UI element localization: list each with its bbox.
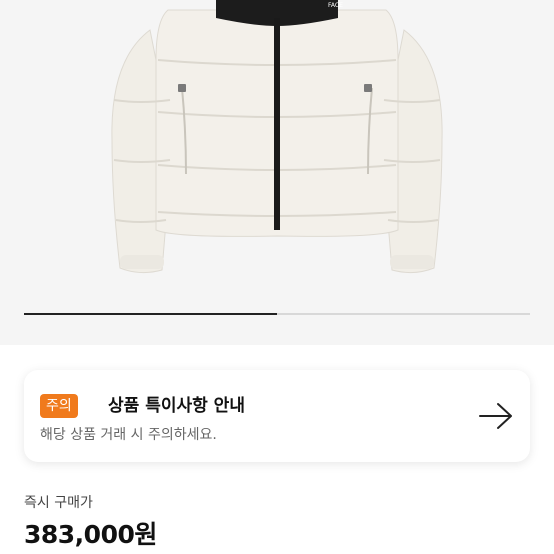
instant-buy-price: 383,000원 — [24, 520, 157, 549]
notice-title: 상품 특이사항 안내 — [108, 396, 245, 416]
notice-description: 해당 상품 거래 시 주의하세요. — [40, 427, 217, 443]
puffer-jacket-illustration: FACE — [0, 0, 554, 345]
product-notice-card[interactable]: 주의 상품 특이사항 안내 해당 상품 거래 시 주의하세요. — [24, 370, 530, 462]
arrow-right-icon[interactable] — [478, 401, 514, 431]
brand-logo-text: FACE — [328, 2, 343, 9]
instant-buy-price-label: 즉시 구매가 — [24, 495, 93, 511]
product-detail-page: FACE 주의 상품 특이사항 안내 해당 상품 거래 시 주의하세요. 즉시 … — [0, 0, 554, 554]
carousel-progress-fill — [24, 313, 277, 315]
image-carousel-progress — [24, 313, 530, 315]
product-image[interactable]: FACE — [0, 0, 554, 345]
caution-badge: 주의 — [40, 394, 78, 418]
